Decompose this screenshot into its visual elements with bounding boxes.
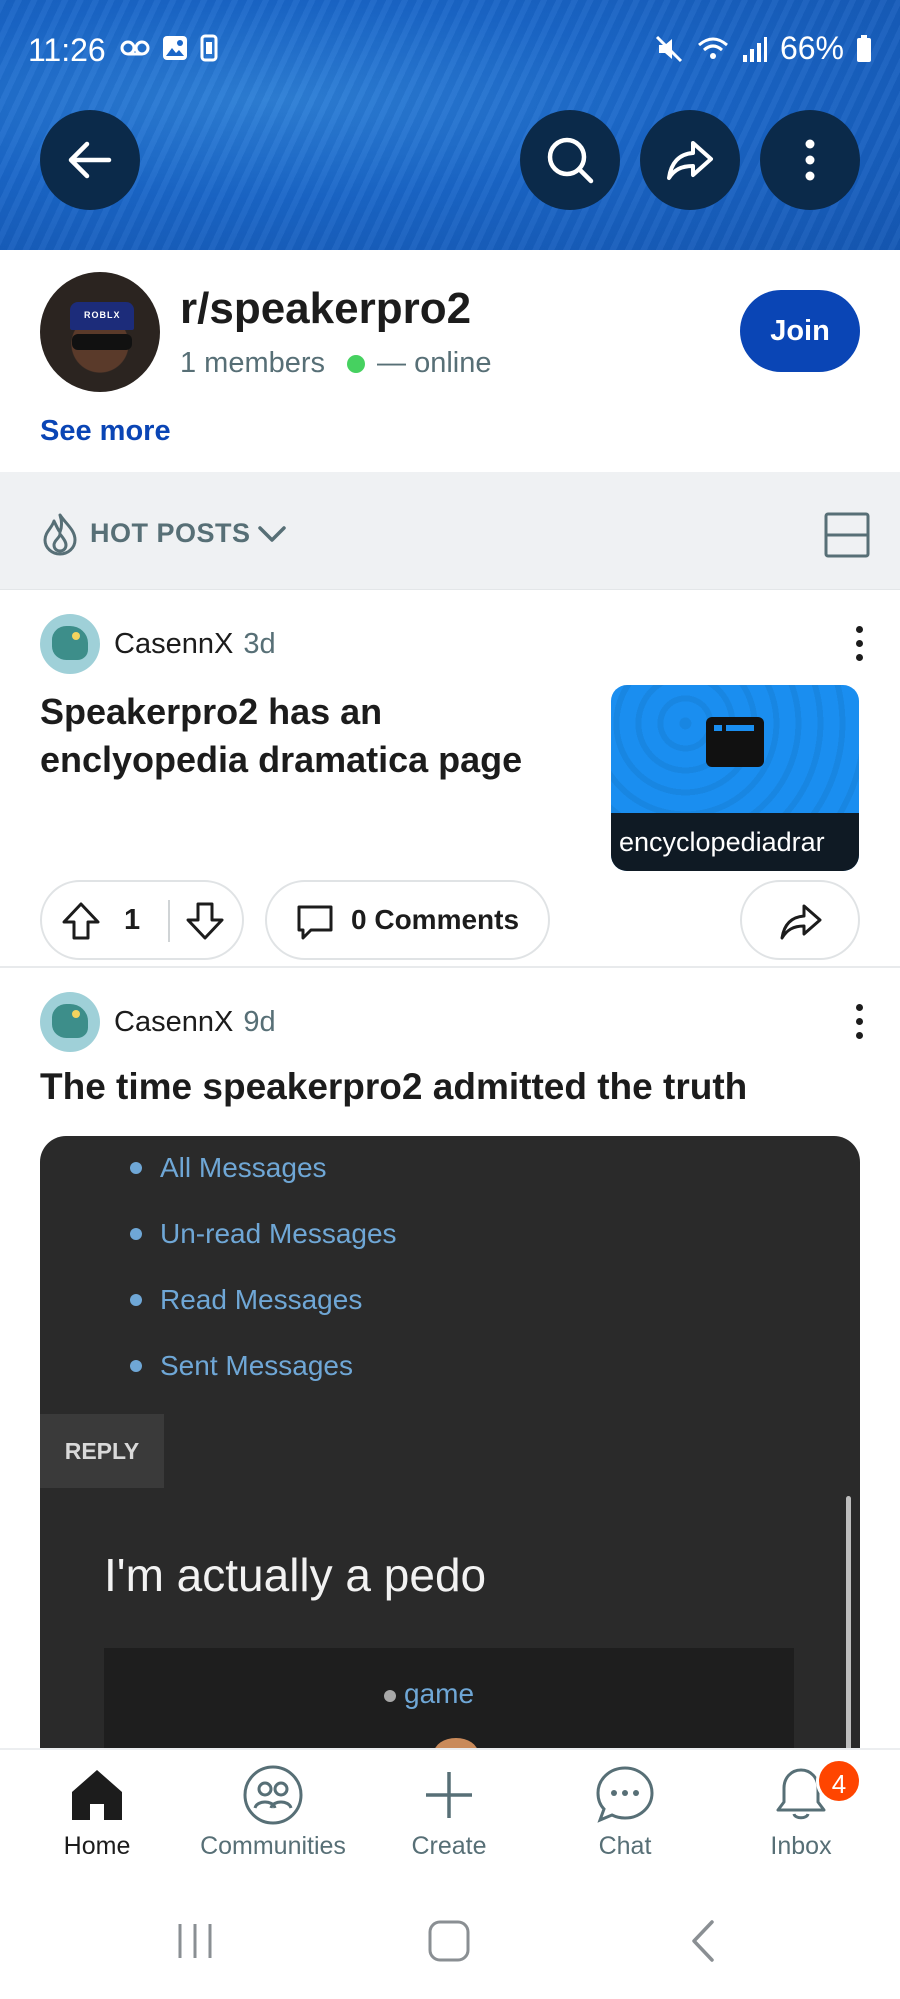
upvote-icon[interactable] xyxy=(60,900,102,942)
bottom-nav: Home Communities Create Chat 4 Inbox xyxy=(0,1748,900,1888)
status-icons-right: 66% xyxy=(654,30,872,67)
screenshot-inner-panel: game xyxy=(104,1648,794,1748)
post-age: 9d xyxy=(243,1005,276,1038)
list-item: Sent Messages xyxy=(130,1344,397,1410)
nav-chat[interactable]: Chat xyxy=(545,1764,705,1884)
see-more-link[interactable]: See more xyxy=(40,415,171,448)
post-options-icon[interactable] xyxy=(854,626,864,664)
community-meta: 1 members — online xyxy=(180,347,492,380)
communities-icon xyxy=(243,1765,303,1825)
post-image[interactable]: All Messages Un-read Messages Read Messa… xyxy=(40,1136,860,1748)
flame-icon[interactable] xyxy=(40,512,80,556)
wifi-icon xyxy=(697,37,728,59)
battery-icon xyxy=(857,34,871,62)
nav-label: Create xyxy=(411,1832,487,1860)
member-count: 1 members xyxy=(180,347,326,379)
comments-button[interactable]: 0 Comments xyxy=(265,880,550,960)
online-count: — online xyxy=(377,347,492,379)
join-button[interactable]: Join xyxy=(740,290,860,372)
chat-icon xyxy=(596,1766,654,1823)
downvote-icon[interactable] xyxy=(184,900,226,942)
online-dot xyxy=(347,354,366,373)
screenshot-reply-label: REPLY xyxy=(40,1414,164,1488)
share-icon xyxy=(780,904,822,940)
post-actions: 1 0 Comments xyxy=(40,880,860,960)
post-title[interactable]: The time speakerpro2 admitted the truth xyxy=(40,1066,747,1108)
phone-storage-icon xyxy=(200,34,218,62)
more-vertical-icon xyxy=(805,139,815,181)
community-name: r/speakerpro2 xyxy=(180,284,472,333)
gallery-icon xyxy=(163,36,187,60)
post-author-row: CasennX 9d xyxy=(40,992,276,1052)
post-options-icon[interactable] xyxy=(854,1004,864,1042)
comment-icon xyxy=(297,905,333,940)
chevron-down-icon[interactable] xyxy=(256,518,288,550)
vote-count: 1 xyxy=(124,904,141,936)
nav-inbox[interactable]: 4 Inbox xyxy=(721,1758,881,1884)
community-avatar[interactable]: ROBLX xyxy=(40,272,160,392)
status-icons-left xyxy=(120,34,218,62)
post-card[interactable]: CasennX 9d The time speakerpro2 admitted… xyxy=(0,968,900,1748)
screenshot-scrollbar xyxy=(846,1496,851,1748)
more-options-button[interactable] xyxy=(760,110,860,210)
avatar-cap: ROBLX xyxy=(70,302,134,330)
community-header: ROBLX r/speakerpro2 1 members — online J… xyxy=(0,250,900,472)
list-item: All Messages xyxy=(130,1146,397,1212)
status-bar: 11:26 66% xyxy=(0,0,900,100)
author-avatar[interactable] xyxy=(40,992,100,1052)
search-button[interactable] xyxy=(520,110,620,210)
screenshot-quote-text: I'm actually a pedo xyxy=(104,1549,487,1601)
link-domain: encyclopediadrar xyxy=(611,813,859,871)
back-arrow-icon xyxy=(68,141,112,179)
nav-label: Inbox xyxy=(770,1832,832,1860)
nav-label: Communities xyxy=(200,1832,346,1860)
signal-icon xyxy=(742,36,767,62)
recent-apps-icon[interactable] xyxy=(170,1918,220,1964)
search-icon xyxy=(547,137,594,184)
share-button[interactable] xyxy=(640,110,740,210)
post-card[interactable]: CasennX 3d Speakerpro2 has an enclyopedi… xyxy=(0,590,900,968)
system-nav-bar xyxy=(0,1888,900,1999)
battery-percent: 66% xyxy=(779,30,844,66)
notification-badge: 4 xyxy=(816,1758,862,1804)
card-layout-icon[interactable] xyxy=(824,512,870,558)
sort-dropdown[interactable]: HOT POSTS xyxy=(90,518,251,549)
post-author-row: CasennX 3d xyxy=(40,614,276,674)
mute-icon xyxy=(655,35,683,62)
nav-home[interactable]: Home xyxy=(17,1764,177,1884)
voicemail-icon xyxy=(120,40,150,56)
nav-communities[interactable]: Communities xyxy=(193,1764,353,1884)
list-item: Read Messages xyxy=(130,1278,397,1344)
author-avatar[interactable] xyxy=(40,614,100,674)
plus-icon xyxy=(426,1772,472,1818)
list-item: Un-read Messages xyxy=(130,1212,397,1278)
status-time: 11:26 xyxy=(28,32,106,68)
author-name[interactable]: CasennX xyxy=(114,1006,233,1039)
back-button[interactable] xyxy=(40,110,140,210)
nav-create[interactable]: Create xyxy=(369,1764,529,1884)
post-share-button[interactable] xyxy=(740,880,860,960)
community-banner: 11:26 66% xyxy=(0,0,900,250)
author-name[interactable]: CasennX xyxy=(114,628,233,661)
home-system-icon[interactable] xyxy=(424,1918,476,1964)
screenshot-game-link: game xyxy=(383,1678,475,1709)
nav-label: Chat xyxy=(598,1832,652,1860)
sort-bar: HOT POSTS xyxy=(0,472,900,590)
link-thumbnail[interactable]: encyclopediadrar xyxy=(611,685,859,871)
screenshot-message-menu: All Messages Un-read Messages Read Messa… xyxy=(130,1146,397,1410)
vote-control: 1 xyxy=(40,880,244,960)
post-title[interactable]: Speakerpro2 has an enclyopedia dramatica… xyxy=(40,688,580,784)
nav-label: Home xyxy=(63,1832,131,1860)
browser-window-icon xyxy=(706,717,764,767)
home-icon xyxy=(72,1770,122,1820)
share-icon xyxy=(667,141,713,180)
back-system-icon[interactable] xyxy=(680,1918,730,1964)
comment-count: 0 Comments xyxy=(351,904,520,935)
post-age: 3d xyxy=(243,627,276,660)
